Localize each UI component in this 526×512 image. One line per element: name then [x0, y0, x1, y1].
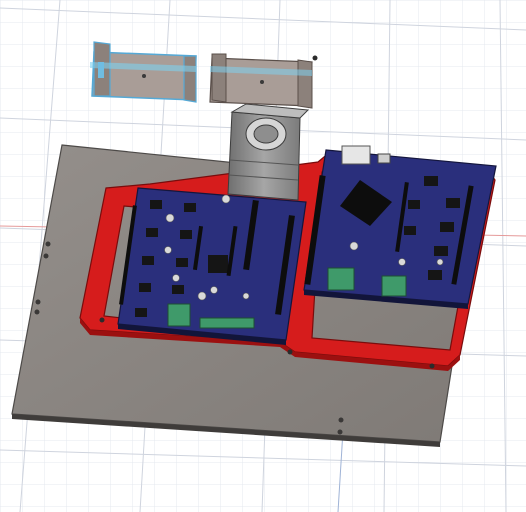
mount-hole: [43, 253, 49, 259]
right-controller-board[interactable]: [303, 145, 497, 309]
frame-screw: [287, 349, 293, 355]
reset-button: [377, 153, 391, 164]
mount-hole: [35, 299, 41, 305]
frame-screw: [429, 363, 435, 369]
mount-hole: [337, 429, 343, 435]
rail-right[interactable]: [209, 53, 318, 109]
left-driver-board[interactable]: [117, 187, 307, 345]
mount-hole: [34, 309, 40, 315]
usb-connector: [341, 145, 371, 165]
cad-3d-viewport[interactable]: [0, 0, 526, 512]
mount-hole: [45, 241, 51, 247]
mount-hole: [338, 417, 344, 423]
stepper-motor[interactable]: [227, 103, 310, 201]
frame-screw: [99, 317, 105, 323]
